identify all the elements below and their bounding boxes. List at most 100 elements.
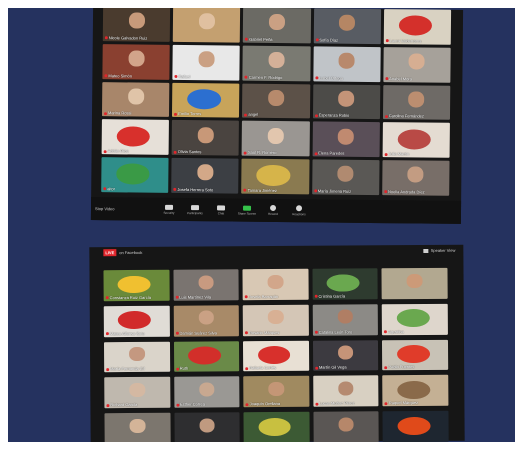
participant-video-tile[interactable]: Julia Martín: [382, 122, 450, 158]
participant-video-tile[interactable]: Rosario Márquez: [242, 304, 309, 336]
participant-video-tile[interactable]: Pablo Fuentes: [382, 339, 449, 371]
share-screen-button[interactable]: Share Screen: [235, 205, 259, 215]
held-drawing: [188, 346, 221, 365]
participant-video-tile[interactable]: Adrián Ríos: [101, 119, 170, 156]
participant-video-tile[interactable]: María Fernanda Gil: [103, 341, 170, 373]
participant-face: [128, 50, 145, 67]
participant-video-tile[interactable]: Mateo Alfonso Soto: [103, 305, 170, 337]
participant-video-tile[interactable]: Catalina León Toro: [312, 304, 379, 336]
participant-video-tile[interactable]: Esperanza Rubio: [312, 83, 381, 120]
participant-name-label: Richard García: [106, 402, 168, 407]
muted-mic-icon: [384, 152, 388, 156]
video-gallery-grid-top: Nicole Galvadon Ruiz Gabriel Peña Sofía Dí…: [101, 8, 452, 196]
participant-name: Rosario Márquez: [249, 329, 280, 335]
participant-video-tile[interactable]: María Jimena Ruiz: [311, 159, 380, 196]
participant-video-tile[interactable]: [381, 267, 448, 300]
screenshot-frame: Nicole Galvadon Ruiz Gabriel Peña Sofía Dí…: [8, 8, 515, 442]
participant-video-tile[interactable]: Richard García: [104, 377, 171, 409]
participant-video-tile[interactable]: Saúl R. Romero: [241, 121, 310, 157]
participant-video-tile[interactable]: Ruth: [173, 340, 240, 373]
participant-video-tile[interactable]: Luis Martínez Vila: [173, 269, 239, 301]
participant-video-tile[interactable]: Anabel Mora: [383, 46, 451, 83]
participant-video-tile[interactable]: [104, 412, 171, 442]
reactions-button[interactable]: Reactions: [287, 205, 311, 216]
participant-name: Damián Suárez Silva: [179, 330, 217, 336]
participant-video-tile[interactable]: Damián Suárez Silva: [173, 305, 240, 337]
participant-video-tile[interactable]: Olivia Santos: [171, 120, 240, 156]
participant-video-tile[interactable]: Mateo Simón: [102, 43, 170, 80]
participant-video-tile[interactable]: Nicole Galvadon Ruiz: [102, 8, 171, 42]
participant-video-tile[interactable]: [313, 411, 380, 442]
participant-video-tile[interactable]: Constanza Ruiz García: [103, 269, 170, 302]
muted-mic-icon: [314, 76, 318, 80]
participant-video-tile[interactable]: Esther Correa: [173, 376, 240, 408]
muted-mic-icon: [105, 296, 109, 300]
participant-name: Pablo Fuentes: [388, 364, 415, 370]
participant-name-label: Joaquín Orellana: [245, 401, 308, 406]
participant-face: [408, 91, 425, 108]
share-screen-icon: [243, 205, 252, 211]
participant-video-tile[interactable]: Martín Gil Vega: [312, 339, 379, 372]
participant-face: [337, 381, 354, 396]
participant-video-tile[interactable]: Josefa Herrera Soto: [171, 158, 239, 194]
participant-video-tile[interactable]: Marina Rossi: [101, 81, 170, 118]
participant-name-label: Rafaela Cortés: [245, 365, 307, 371]
chat-button[interactable]: Chat: [209, 204, 233, 215]
participant-name: Marina Rossi: [107, 110, 132, 116]
participant-video-tile[interactable]: Elena Paredes: [312, 121, 380, 158]
participant-video-tile[interactable]: [243, 411, 310, 442]
participant-video-tile[interactable]: aitor: [101, 157, 169, 193]
held-drawing: [187, 88, 221, 110]
participant-name-label: Josefa Herrera Soto: [173, 187, 236, 193]
participant-face: [267, 274, 284, 289]
participant-name: Adrián Ríos: [107, 148, 129, 154]
muted-mic-icon: [103, 149, 107, 153]
participant-name: María Jimena Ruiz: [317, 188, 352, 194]
participant-video-tile[interactable]: Rafael: [172, 44, 241, 81]
participant-name: Esther Correa: [179, 401, 205, 407]
speaker-view-button[interactable]: Speaker View: [423, 248, 455, 253]
participant-video-tile[interactable]: Lucas Muñoz Pérez: [313, 375, 379, 407]
participant-video-tile[interactable]: Sofía Díaz: [313, 8, 381, 44]
participant-video-tile[interactable]: Rafaela Cortés: [243, 340, 309, 372]
muted-mic-icon: [103, 187, 107, 191]
speaker-view-icon: [423, 248, 429, 253]
participant-video-tile[interactable]: Joaquín Orellana: [243, 376, 310, 408]
participant-video-tile[interactable]: Emilio Torres: [172, 82, 240, 118]
security-button[interactable]: Security: [157, 204, 181, 214]
participant-video-tile[interactable]: [382, 410, 449, 442]
record-button[interactable]: Record: [261, 204, 285, 216]
participant-name-label: Ruth: [175, 366, 238, 372]
participant-video-tile[interactable]: Tamara Jiménez: [241, 158, 310, 195]
participant-name: Ruth: [179, 366, 189, 372]
participant-face: [129, 382, 146, 398]
participant-video-tile[interactable]: Isabel Ortega: [312, 46, 381, 82]
held-drawing: [116, 163, 150, 185]
participant-video-tile[interactable]: Agustina: [382, 303, 448, 335]
participant-video-tile[interactable]: Cristina García: [312, 268, 379, 300]
muted-mic-icon: [245, 37, 249, 41]
muted-mic-icon: [104, 74, 108, 78]
participant-video-tile[interactable]: Laura Valderrama: [383, 9, 452, 45]
participant-video-tile[interactable]: Josefa Barragán: [242, 268, 309, 301]
reactions-label: Reactions: [292, 212, 306, 217]
participant-video-tile[interactable]: [172, 8, 241, 43]
stop-video-label[interactable]: Stop Video: [95, 206, 155, 212]
participant-video-tile[interactable]: [174, 412, 240, 442]
participant-video-tile[interactable]: Raquel Márquez: [382, 375, 449, 407]
muted-mic-icon: [103, 112, 108, 116]
muted-mic-icon: [244, 113, 248, 117]
muted-mic-icon: [314, 152, 318, 156]
participant-video-tile[interactable]: Noelia Andrada Díez: [381, 160, 450, 196]
participant-video-tile[interactable]: Carmen F. Rodrigo: [242, 45, 311, 81]
participants-button[interactable]: Participants: [183, 204, 207, 215]
participant-name-label: Elena Paredes: [314, 151, 377, 157]
participant-video-tile[interactable]: Gabriel Peña: [243, 8, 311, 44]
muted-mic-icon: [173, 188, 177, 192]
participant-name-label: Raquel Márquez: [384, 400, 447, 405]
participant-video-tile[interactable]: angel: [242, 83, 310, 119]
participant-name: Josefa Herrera Soto: [177, 186, 214, 193]
participant-name-label: Mateo Alfonso Soto: [105, 330, 168, 336]
participant-video-tile[interactable]: Carolina Fernández: [382, 84, 451, 121]
participant-name: Olivia Santos: [177, 149, 202, 155]
